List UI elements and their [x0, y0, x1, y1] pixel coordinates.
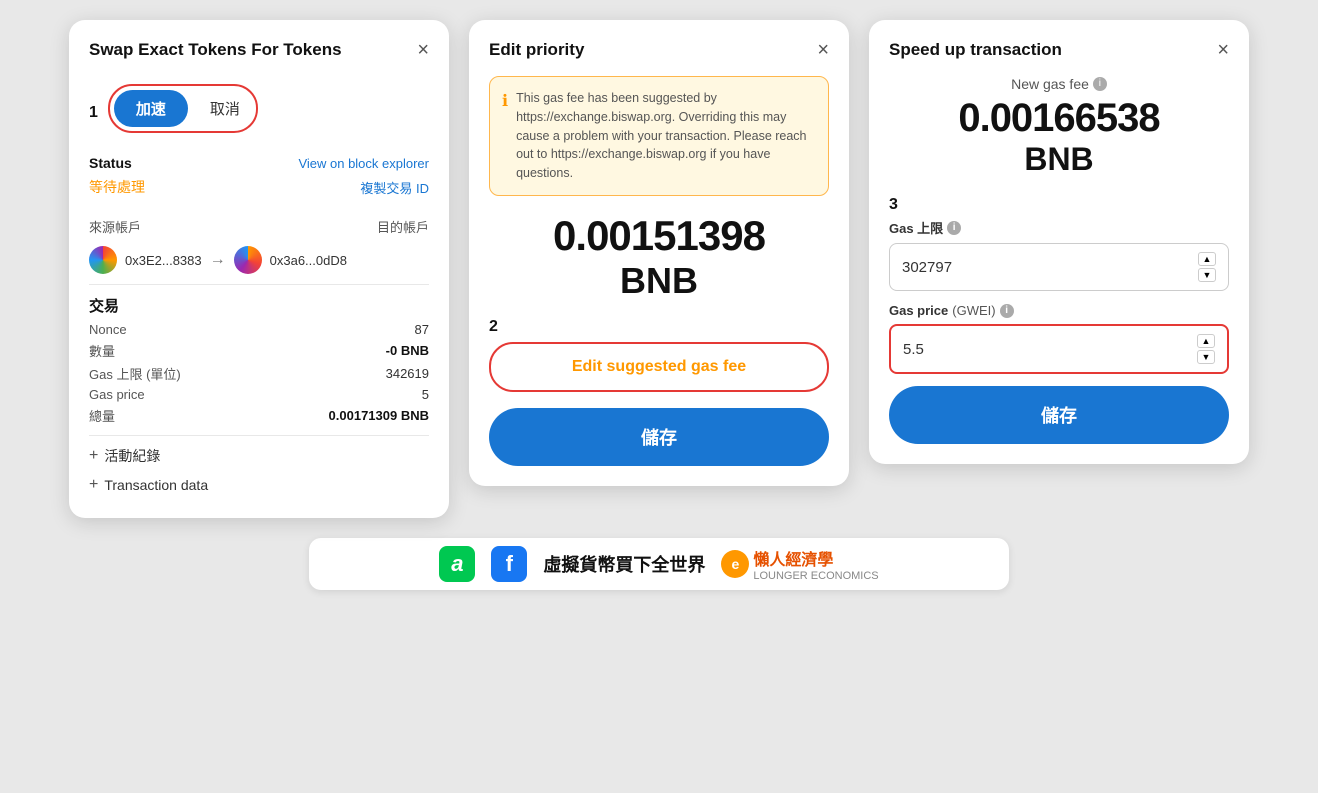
- divider1: [89, 284, 429, 285]
- gas-limit-value: 342619: [386, 366, 429, 381]
- gas-price-up-button[interactable]: ▲: [1197, 334, 1215, 348]
- info-text: This gas fee has been suggested by https…: [516, 89, 816, 183]
- gas-limit-down-button[interactable]: ▼: [1198, 268, 1216, 282]
- panel3-save-button[interactable]: 儲存: [889, 386, 1229, 444]
- gas-limit-info-icon[interactable]: i: [947, 221, 961, 235]
- info-box: ℹ This gas fee has been suggested by htt…: [489, 76, 829, 196]
- gas-price-row: Gas price 5: [89, 387, 429, 402]
- brand-text-group: 懶人經濟學 LOUNGER ECONOMICS: [753, 546, 878, 582]
- from-address: 0x3E2...8383: [125, 253, 202, 268]
- gas-amount-display: 0.00151398: [489, 212, 829, 260]
- gas-price-down-button[interactable]: ▼: [1197, 350, 1215, 364]
- panel1-header: Swap Exact Tokens For Tokens ×: [89, 40, 429, 60]
- gas-price-value: 5: [422, 387, 429, 402]
- status-row: Status View on block explorer: [89, 155, 429, 171]
- tx-data-row[interactable]: + Transaction data: [89, 476, 429, 494]
- to-avatar: [234, 246, 262, 274]
- step2-badge-wrapper: 2: [489, 318, 829, 336]
- logo-facebook: f: [491, 546, 527, 582]
- status-label: Status: [89, 155, 132, 171]
- panel3-title: Speed up transaction: [889, 40, 1062, 60]
- gas-price-field: Gas price (GWEI) i ▲ ▼: [889, 303, 1229, 374]
- nonce-value: 87: [415, 322, 429, 337]
- gas-currency-display: BNB: [489, 260, 829, 302]
- gas-limit-field-label: Gas 上限 i: [889, 218, 1229, 237]
- total-row: 總量 0.00171309 BNB: [89, 406, 429, 425]
- brand-name: 懶人經濟學: [753, 546, 878, 570]
- panel1-close-button[interactable]: ×: [417, 40, 429, 60]
- step2-badge: 2: [489, 318, 498, 335]
- gas-price-label: Gas price: [89, 387, 145, 402]
- gas-price-stepper: ▲ ▼: [1197, 334, 1215, 364]
- panel2-header: Edit priority ×: [489, 40, 829, 60]
- accounts-labels-row: 來源帳戶 目的帳戶: [89, 205, 429, 238]
- step3-badge-wrapper: 3: [889, 196, 1229, 214]
- cancel-button[interactable]: 取消: [198, 90, 252, 127]
- action-buttons-group: 加速 取消: [108, 84, 258, 133]
- gas-limit-stepper: ▲ ▼: [1198, 252, 1216, 282]
- panel3-close-button[interactable]: ×: [1217, 40, 1229, 60]
- footer-bar: a f 虛擬貨幣買下全世界 e 懶人經濟學 LOUNGER ECONOMICS: [309, 538, 1009, 590]
- txdata-plus-icon: +: [89, 476, 98, 494]
- footer-main-text: 虛擬貨幣買下全世界: [543, 551, 705, 577]
- panel-speed-up: Speed up transaction × New gas fee i 0.0…: [869, 20, 1249, 464]
- new-gas-currency: BNB: [889, 141, 1229, 178]
- footer-brand: e 懶人經濟學 LOUNGER ECONOMICS: [721, 546, 878, 582]
- new-gas-label-row: New gas fee i: [889, 76, 1229, 92]
- nonce-row: Nonce 87: [89, 322, 429, 337]
- panel-edit-priority: Edit priority × ℹ This gas fee has been …: [469, 20, 849, 486]
- status-value-row: 等待處理 複製交易 ID: [89, 177, 429, 197]
- info-icon: ℹ: [502, 91, 508, 183]
- copy-tx-id[interactable]: 複製交易 ID: [360, 178, 429, 197]
- dest-label: 目的帳戶: [377, 217, 429, 236]
- gas-price-input[interactable]: [903, 341, 1197, 358]
- activity-row[interactable]: + 活動紀錄: [89, 446, 429, 466]
- tx-section-title: 交易: [89, 295, 429, 316]
- panel2-close-button[interactable]: ×: [817, 40, 829, 60]
- panel-swap: Swap Exact Tokens For Tokens × 1 加速 取消 S…: [69, 20, 449, 518]
- panel1-title: Swap Exact Tokens For Tokens: [89, 40, 342, 60]
- amount-label: 數量: [89, 341, 115, 360]
- gas-price-field-label: Gas price (GWEI) i: [889, 303, 1229, 318]
- gas-price-input-wrapper: ▲ ▼: [889, 324, 1229, 374]
- panel2-title: Edit priority: [489, 40, 584, 60]
- edit-suggested-gas-button[interactable]: Edit suggested gas fee: [489, 342, 829, 392]
- panel2-save-button[interactable]: 儲存: [489, 408, 829, 466]
- new-gas-info-icon[interactable]: i: [1093, 77, 1107, 91]
- arrow-icon: →: [210, 251, 226, 269]
- total-value: 0.00171309 BNB: [329, 408, 429, 423]
- amount-value: -0 BNB: [386, 343, 429, 358]
- new-gas-amount: 0.00166538: [889, 96, 1229, 141]
- gas-limit-input[interactable]: [902, 259, 1198, 276]
- tx-data-label: Transaction data: [104, 477, 208, 493]
- gas-limit-row: Gas 上限 (單位) 342619: [89, 364, 429, 383]
- panel3-header: Speed up transaction ×: [889, 40, 1229, 60]
- new-gas-label: New gas fee: [1011, 76, 1089, 92]
- view-explorer-link[interactable]: View on block explorer: [298, 156, 429, 171]
- speed-up-button[interactable]: 加速: [114, 90, 188, 127]
- gas-price-info-icon[interactable]: i: [1000, 304, 1014, 318]
- gas-limit-input-wrapper: ▲ ▼: [889, 243, 1229, 291]
- divider2: [89, 435, 429, 436]
- total-label: 總量: [89, 406, 115, 425]
- gas-limit-up-button[interactable]: ▲: [1198, 252, 1216, 266]
- to-address: 0x3a6...0dD8: [270, 253, 347, 268]
- logo-a: a: [439, 546, 475, 582]
- gas-price-unit: (GWEI): [952, 303, 995, 318]
- accounts-row: 0x3E2...8383 → 0x3a6...0dD8: [89, 246, 429, 274]
- amount-row: 數量 -0 BNB: [89, 341, 429, 360]
- brand-icon: e: [721, 550, 749, 578]
- activity-label: 活動紀錄: [104, 446, 160, 466]
- status-value: 等待處理: [89, 177, 145, 197]
- step3-badge: 3: [889, 196, 898, 214]
- from-avatar: [89, 246, 117, 274]
- nonce-label: Nonce: [89, 322, 127, 337]
- gas-limit-label: Gas 上限 (單位): [89, 364, 181, 383]
- source-label: 來源帳戶: [89, 217, 141, 236]
- activity-plus-icon: +: [89, 447, 98, 465]
- gas-limit-field: Gas 上限 i ▲ ▼: [889, 218, 1229, 291]
- brand-sub: LOUNGER ECONOMICS: [753, 570, 878, 582]
- step1-badge: 1: [89, 104, 98, 122]
